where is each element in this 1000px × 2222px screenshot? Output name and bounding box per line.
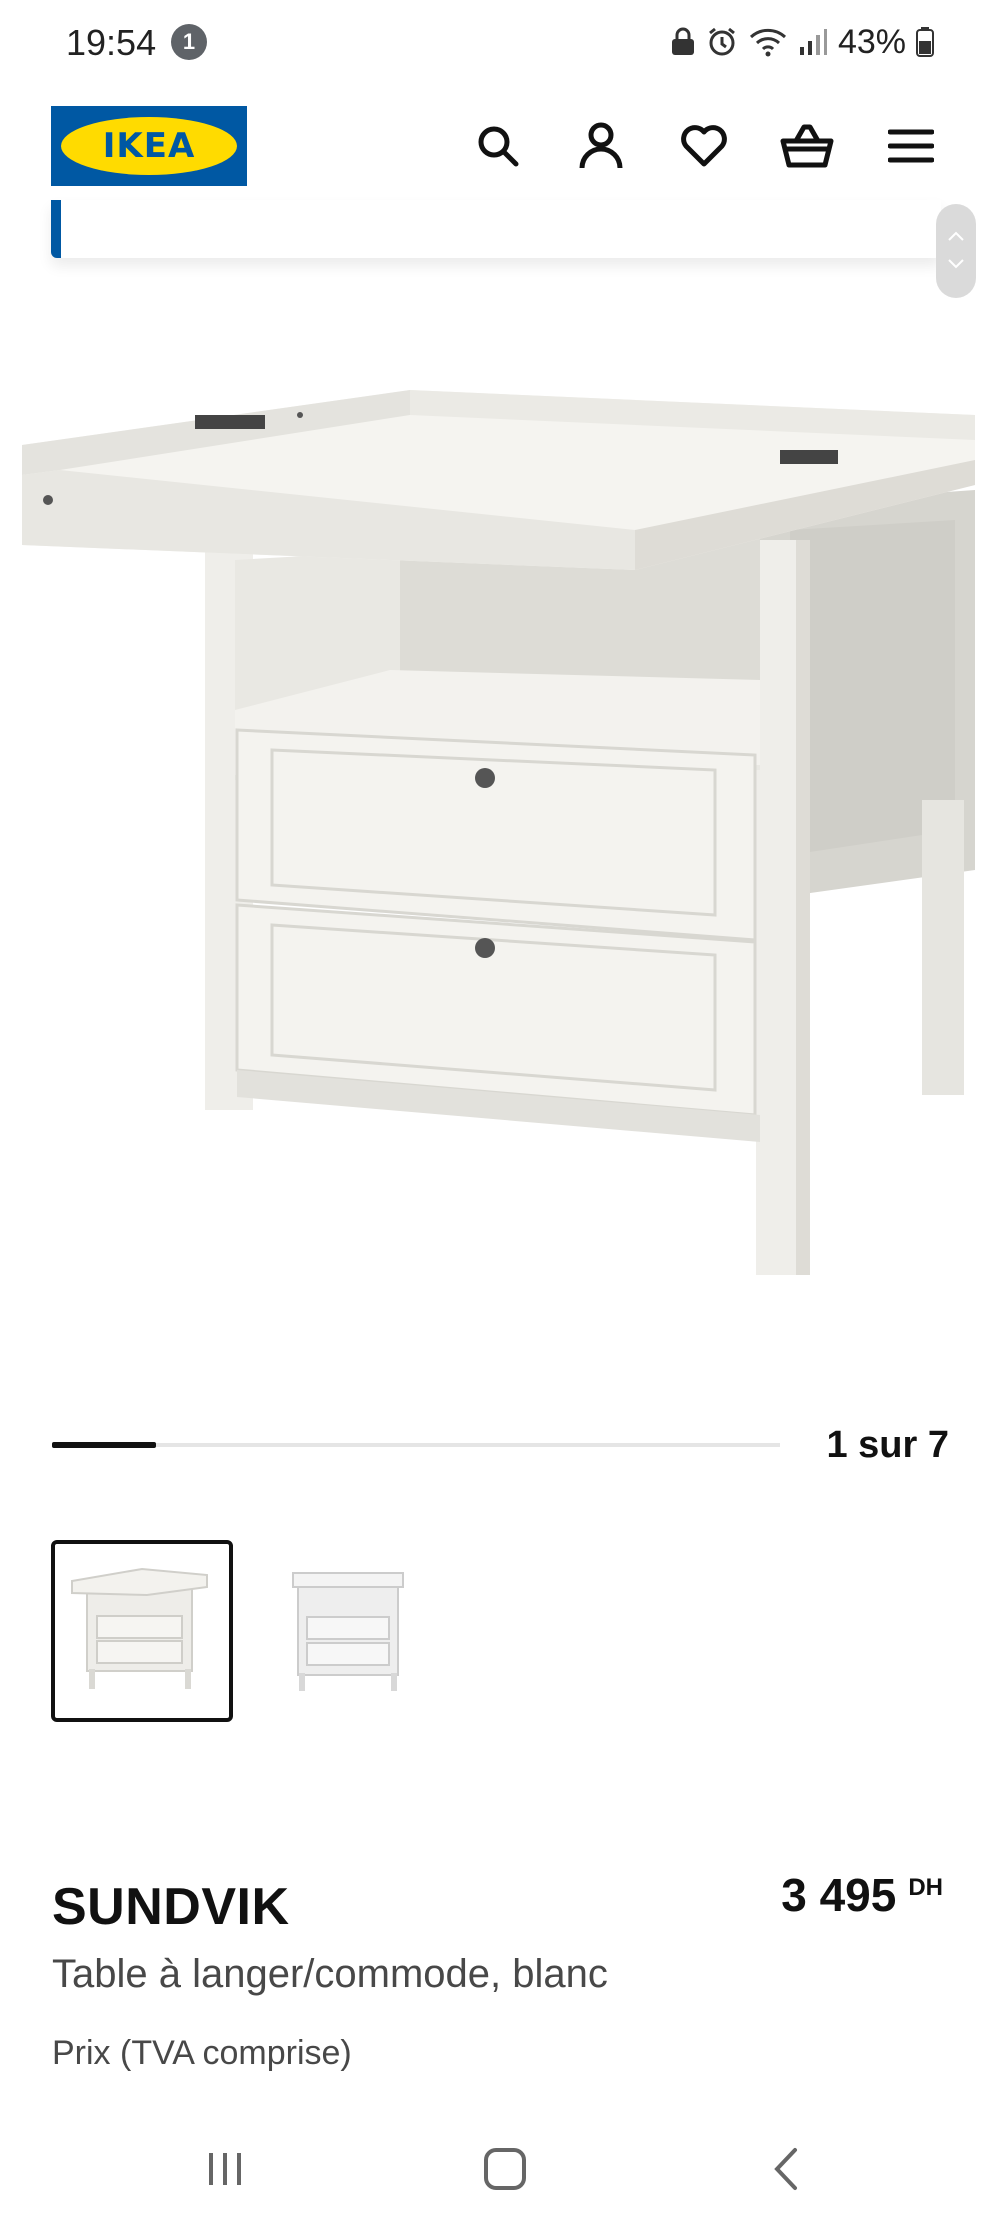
alarm-icon [706,26,738,58]
basket-icon[interactable] [779,118,835,174]
menu-icon[interactable] [883,118,939,174]
floating-banner-card [51,200,941,258]
notification-count-badge: 1 [171,24,207,60]
scroll-handle[interactable] [936,204,976,298]
heart-icon[interactable] [676,118,732,174]
wifi-icon [748,26,788,58]
signal-icon [798,27,828,57]
thumbnail-2[interactable] [257,1540,439,1722]
search-icon[interactable] [470,118,526,174]
system-nav-bar [0,2112,1000,2222]
price-value: 3 495 [781,1869,897,1921]
chevron-down-icon [947,256,965,274]
header-icons [0,118,1000,174]
recents-icon[interactable] [185,2134,265,2204]
site-header: IKEA [0,96,1000,196]
home-icon[interactable] [465,2134,545,2204]
product-name: SUNDVIK [52,1878,290,1936]
gallery-progress-fill [52,1442,157,1448]
lock-icon [670,27,696,57]
product-description: Table à langer/commode, blanc [52,1952,608,1996]
chevron-up-icon [947,228,965,246]
battery-percent: 43% [837,22,906,61]
product-price: 3 495 DH [781,1868,943,1922]
account-icon[interactable] [573,118,629,174]
status-icons: 43% [670,22,934,62]
status-bar: 19:54 1 43% [0,0,1000,86]
price-note: Prix (TVA comprise) [52,2034,352,2072]
thumbnail-1[interactable] [51,1540,233,1722]
battery-icon [916,27,934,57]
back-icon[interactable] [745,2134,825,2204]
product-image[interactable] [0,370,1000,1360]
price-currency: DH [908,1874,943,1901]
gallery-progress-track [52,1442,780,1448]
gallery-page-counter: 1 sur 7 [826,1424,949,1466]
status-time: 19:54 [66,22,157,63]
